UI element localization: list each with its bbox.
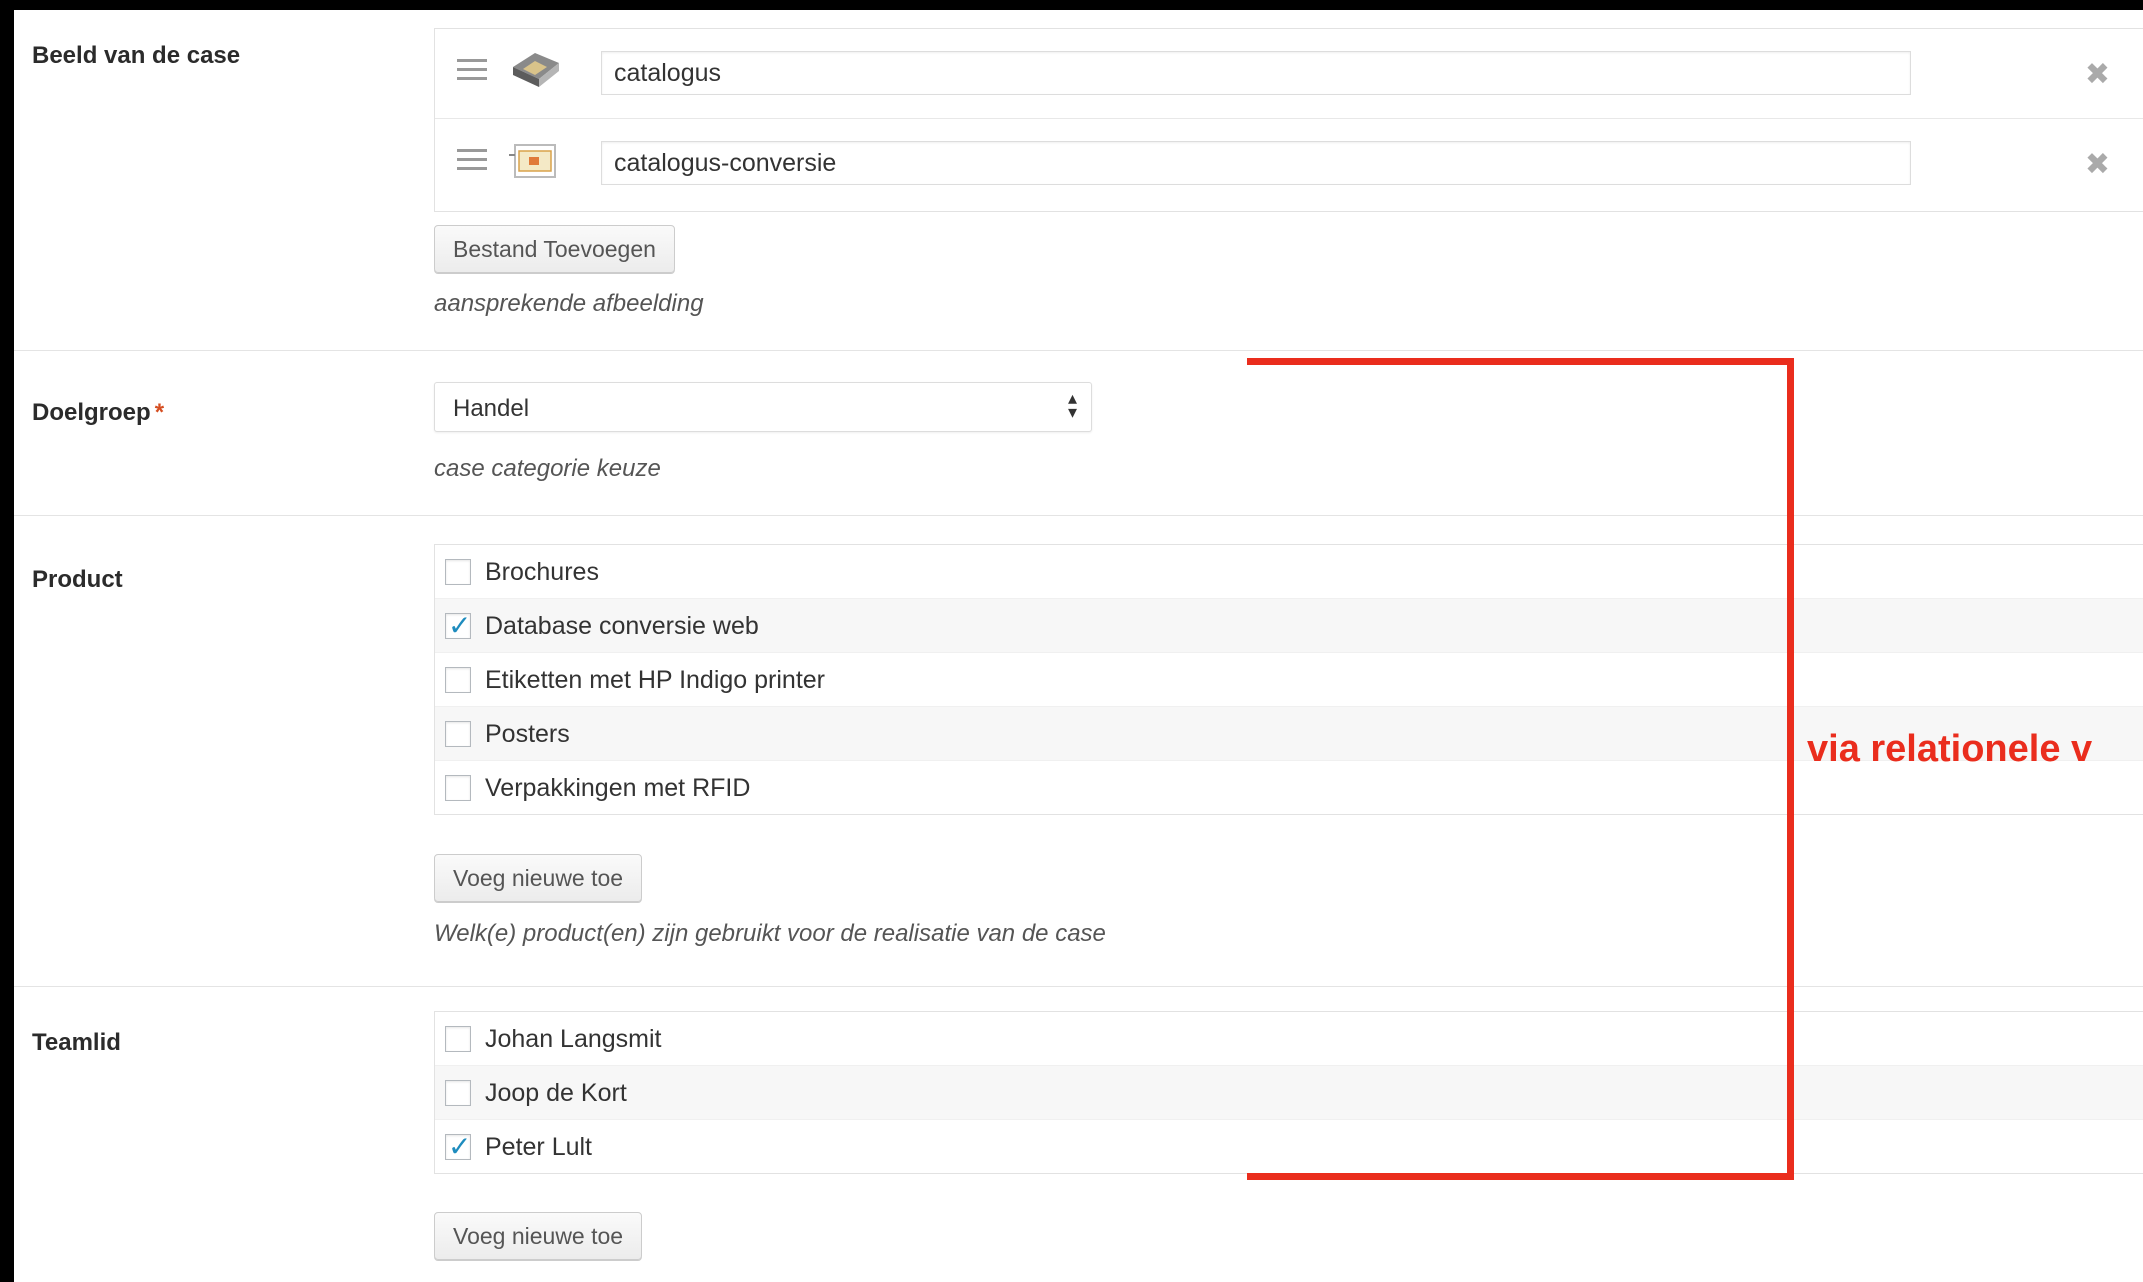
doelgroep-selected-value: Handel xyxy=(453,395,530,422)
checkbox[interactable] xyxy=(445,559,471,585)
doelgroep-row: Doelgroep * xyxy=(14,351,2143,516)
select-arrows-icon: ▴ ▾ xyxy=(1067,388,1077,422)
image-field-label: Beeld van de case xyxy=(32,42,241,69)
add-teamlid-button[interactable]: Voeg nieuwe toe xyxy=(434,1212,643,1260)
checkbox[interactable] xyxy=(445,721,471,747)
file-row: ✖ xyxy=(435,118,2143,207)
checkbox[interactable] xyxy=(445,1080,471,1106)
checkbox-checked[interactable] xyxy=(445,1130,471,1163)
doelgroep-label-text: Doelgroep xyxy=(32,399,151,426)
checkbox[interactable] xyxy=(445,775,471,801)
image-field-row: Beeld van de case ✖ xyxy=(14,10,2143,351)
file-list: ✖ ✖ xyxy=(434,28,2143,212)
remove-file-icon[interactable]: ✖ xyxy=(2085,57,2110,92)
doelgroep-label: Doelgroep * xyxy=(32,399,164,427)
catalogue-thumbnail-icon xyxy=(513,53,559,87)
required-marker: * xyxy=(154,399,165,426)
image-field-description: aansprekende afbeelding xyxy=(434,290,704,317)
document-thumbnail-icon xyxy=(509,144,556,178)
file-name-input[interactable] xyxy=(601,51,1911,95)
drag-handle-icon[interactable] xyxy=(457,149,487,173)
option-label: Joop de Kort xyxy=(485,1079,627,1107)
option-label: Johan Langsmit xyxy=(485,1025,662,1053)
product-description: Welk(e) product(en) zijn gebruikt voor d… xyxy=(434,920,1106,947)
file-row: ✖ xyxy=(435,29,2143,117)
checkbox[interactable] xyxy=(445,1026,471,1052)
option-label: Peter Lult xyxy=(485,1133,593,1161)
file-name-input[interactable] xyxy=(601,141,1911,185)
annotation-text: via relationele v xyxy=(1807,728,2093,770)
option-label: Brochures xyxy=(485,558,599,586)
option-label: Posters xyxy=(485,720,570,748)
annotation-bracket xyxy=(1247,358,1794,1180)
drag-handle-icon[interactable] xyxy=(457,59,487,83)
doelgroep-select[interactable]: Handel ▴ ▾ xyxy=(434,382,1092,432)
option-label: Etiketten met HP Indigo printer xyxy=(485,666,825,694)
checkbox[interactable] xyxy=(445,667,471,693)
teamlid-label: Teamlid xyxy=(32,1029,121,1056)
checkbox-checked[interactable] xyxy=(445,609,471,642)
add-product-button[interactable]: Voeg nieuwe toe xyxy=(434,854,643,902)
doelgroep-description: case categorie keuze xyxy=(434,455,661,482)
option-label: Database conversie web xyxy=(485,612,759,640)
remove-file-icon[interactable]: ✖ xyxy=(2085,147,2110,182)
edit-form: Beeld van de case ✖ xyxy=(14,10,2143,1282)
add-file-button[interactable]: Bestand Toevoegen xyxy=(434,225,675,273)
product-label: Product xyxy=(32,566,123,593)
option-label: Verpakkingen met RFID xyxy=(485,774,751,802)
